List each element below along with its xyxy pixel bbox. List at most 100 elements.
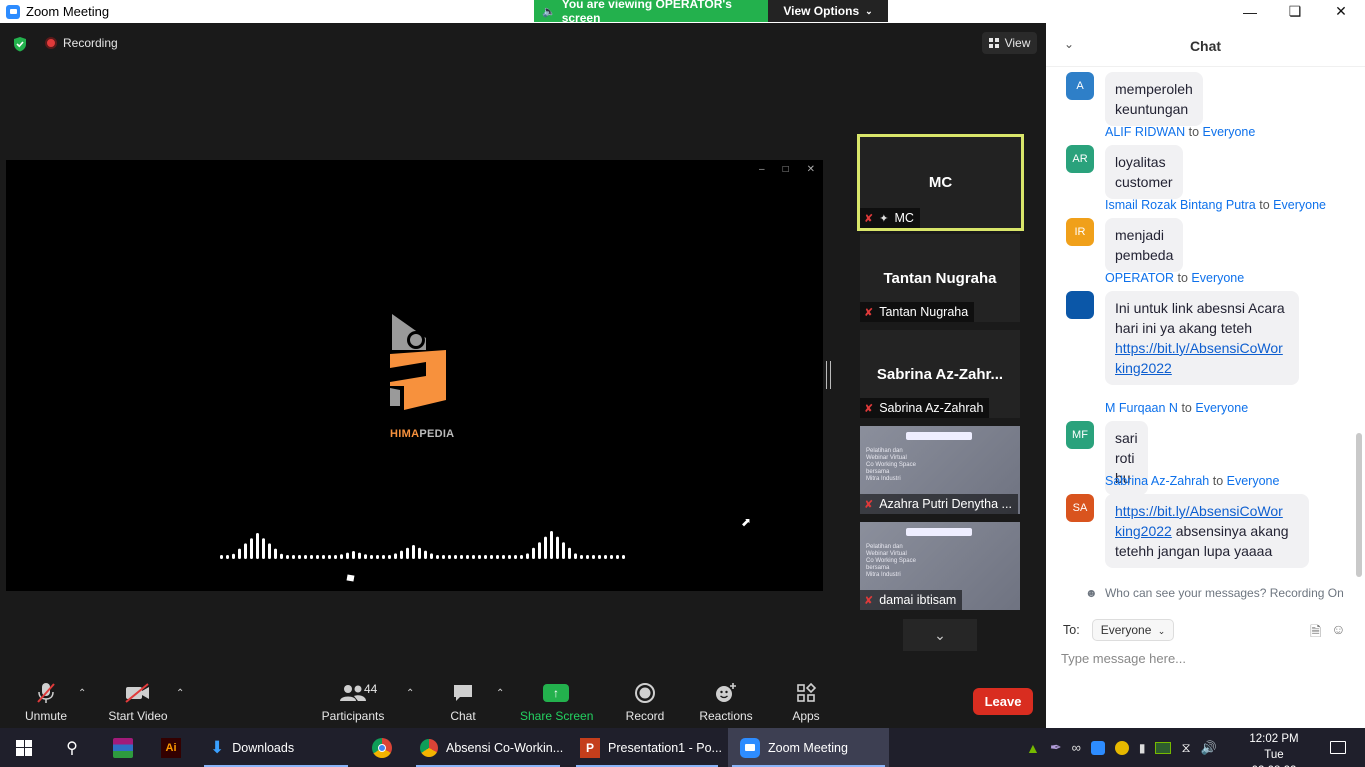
taskbar-app-winrar[interactable] [100,728,146,767]
avatar: A [1066,72,1094,100]
zoom-tray-icon[interactable] [1090,740,1105,755]
recipient-select[interactable]: Everyone ⌄ [1091,619,1175,641]
visualizer-bar [364,554,367,559]
visualizer-bar [496,555,499,559]
cursor-mark [346,574,355,582]
app-tray-icon[interactable] [1114,740,1129,755]
taskbar-clock[interactable]: 12:02 PM Tue 02.08.22 [1244,731,1304,767]
visualizer-bar [304,555,307,559]
visualizer-bar [346,552,349,559]
message-bubble[interactable]: memperoleh keuntungan [1105,72,1203,126]
taskbar-app-zoom[interactable]: Zoom Meeting [728,728,889,767]
scrollbar-thumb[interactable] [1356,433,1362,577]
download-arrow-icon: ⬇ [210,737,225,757]
recording-indicator[interactable]: Recording [45,36,118,50]
video-tile-mc[interactable]: MC ✘ ✦ MC [857,134,1024,231]
taskbar-app-chrome[interactable] [360,728,404,767]
chevron-down-icon: ⌄ [934,626,946,643]
sender-name[interactable]: Ismail Rozak Bintang Putra [1105,198,1256,212]
notifications-button[interactable] [1318,728,1358,767]
chat-button[interactable]: Chat [445,680,481,723]
volume-icon[interactable]: 🔊 [1201,740,1217,756]
viewing-indicator: 🔈 You are viewing OPERATOR's screen [534,0,768,25]
absensi-link[interactable]: https://bit.ly/AbsensiCoWor king2022 [1115,340,1283,376]
visualizer-bar [256,533,259,559]
visualizer-bar [526,553,529,559]
video-tile-azahra[interactable]: Pelatihan dan Webinar Virtual Co Working… [860,426,1020,514]
sender-name[interactable]: Sabrina Az-Zahrah [1105,474,1209,488]
apps-button[interactable]: Apps [787,680,825,723]
pen-tray-icon[interactable]: ✒ [1050,739,1062,756]
taskbar-app-downloads[interactable]: ⬇ Downloads [200,728,352,767]
link-tray-icon[interactable]: ∞ [1072,740,1081,755]
close-button[interactable]: ✕ [1318,0,1364,23]
panel-splitter[interactable] [826,361,831,389]
message-sender: ALIF RIDWAN to Everyone [1105,125,1255,139]
restore-icon: □ [782,164,789,175]
chevron-up-icon: ⌃ [406,688,415,699]
taskbar-app-illustrator[interactable]: Ai [150,728,192,767]
taskbar-label: Absensi Co-Workin... [446,740,564,755]
avatar: IR [1066,218,1094,246]
taskbar-app-chrome-window[interactable]: Absensi Co-Workin... [412,728,564,767]
minimize-button[interactable]: — [1227,0,1273,23]
visualizer-bar [232,553,235,559]
tile-name-large: MC [928,174,953,191]
visualizer-bar [514,555,517,559]
video-tile-damai[interactable]: Pelatihan dan Webinar Virtual Co Working… [860,522,1020,610]
battery-tray-icon[interactable]: ▮ [1139,741,1146,755]
message-bubble[interactable]: loyalitas customer [1105,145,1183,199]
tile-label-text: Azahra Putri Denytha ... [879,497,1012,511]
record-button[interactable]: Record [622,680,668,723]
shield-check-icon[interactable] [12,36,28,52]
clock-date: Tue 02.08.22 [1252,749,1297,767]
restore-button[interactable]: ❏ [1272,0,1318,23]
visualizer-bar [298,555,301,559]
message-bubble[interactable]: Ini untuk link abesnsi Acara hari ini ya… [1105,291,1299,385]
visualizer-bar [268,543,271,559]
reactions-button[interactable]: Reactions [698,680,754,723]
meeting-toolbar: Unmute ⌃ Start Video ⌃ 44 Participants ⌃… [0,674,1046,728]
sender-name[interactable]: ALIF RIDWAN [1105,125,1185,139]
shared-screen[interactable]: – □ ✕ HIMAPEDIA ⬈ [6,160,823,591]
video-tile-sabrina[interactable]: Sabrina Az-Zahr... ✘ Sabrina Az-Zahrah [860,330,1020,418]
share-screen-button[interactable]: ↑ Share Screen [520,680,593,723]
to-word: to [1188,125,1200,139]
gallery-scroll-down-button[interactable]: ⌄ [903,619,977,651]
minimize-icon: — [1243,3,1257,20]
wifi-icon[interactable]: ⧖ [1181,740,1190,756]
chat-scrollbar[interactable] [1354,69,1363,578]
participants-label: Participants [321,709,385,723]
view-options-button[interactable]: View Options ⌄ [768,0,888,22]
sender-name[interactable]: OPERATOR [1105,271,1174,285]
zoom-icon [740,737,760,758]
message-bubble[interactable]: https://bit.ly/AbsensiCoWor king2022 abse… [1105,494,1309,568]
chat-message-input[interactable] [1061,648,1351,668]
visualizer-bar [400,550,403,559]
search-button[interactable]: ⚲ [48,728,96,767]
view-button[interactable]: View [982,32,1037,54]
participants-button[interactable]: 44 Participants [320,680,386,723]
visualizer-bar [226,555,229,559]
who-can-see-messages-link[interactable]: ☻ Who can see your messages? Recording O… [1085,586,1344,600]
unmute-button[interactable]: Unmute [18,680,74,723]
emoji-icon[interactable]: ☺ [1331,621,1345,645]
visualizer-bar [550,531,553,559]
pin-icon: ✦ [879,212,889,225]
mouse-pointer-icon: ⬈ [741,515,752,529]
sender-name[interactable]: M Furqaan N [1105,401,1178,415]
message-bubble[interactable]: menjadi pembeda [1105,218,1184,272]
start-button[interactable] [0,728,48,767]
video-tile-tantan[interactable]: Tantan Nugraha ✘ Tantan Nugraha [860,234,1020,322]
leave-button[interactable]: Leave [973,688,1033,715]
audio-visualizer [220,531,625,559]
start-video-button[interactable]: Start Video [106,680,170,723]
taskbar-app-powerpoint[interactable]: P Presentation1 - Po... [572,728,722,767]
speaker-icon: 🔈 [542,5,556,18]
tile-label: ✘ Sabrina Az-Zahrah [860,398,990,418]
avatar: MF [1066,421,1094,449]
gpu-tray-icon[interactable] [1155,741,1172,754]
nvidia-tray-icon[interactable]: ▲ [1026,740,1040,756]
chat-bubble-icon [445,680,481,706]
file-icon[interactable]: 🗎 [1310,621,1321,645]
